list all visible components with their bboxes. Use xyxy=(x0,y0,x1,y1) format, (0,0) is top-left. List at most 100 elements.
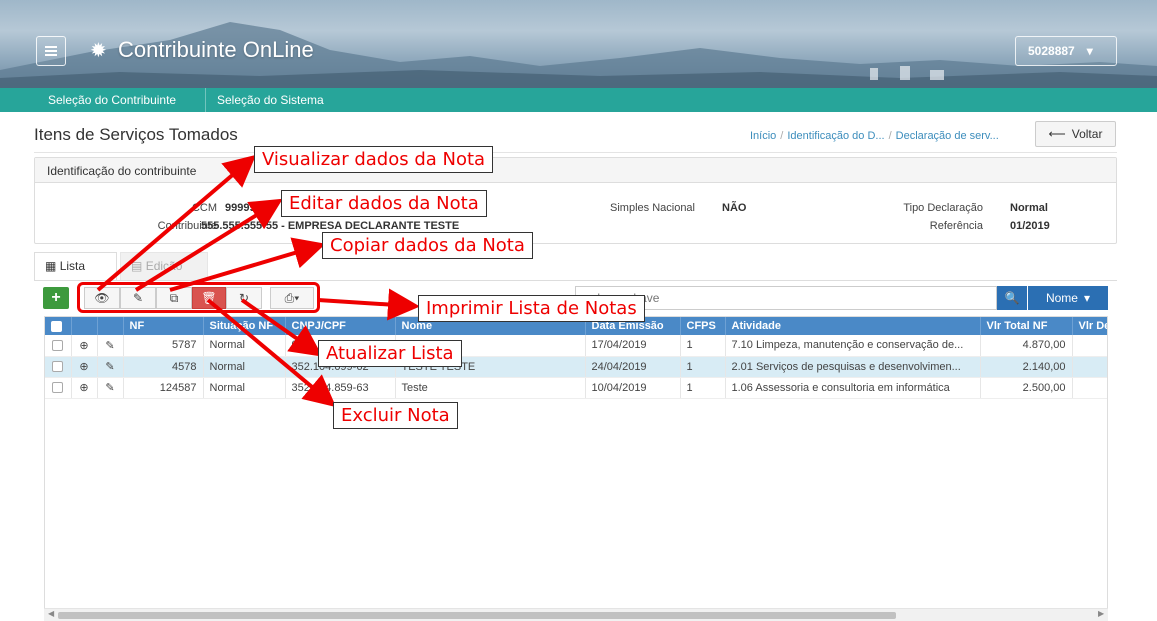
search-button[interactable]: 🔍 xyxy=(997,286,1027,310)
link-column-header xyxy=(97,317,124,335)
row-checkbox[interactable] xyxy=(52,339,64,351)
callout-edit: Editar dados da Nota xyxy=(281,190,487,217)
caret-down-icon: ▾ xyxy=(1086,44,1093,58)
column-header-situacao[interactable]: Situação NF xyxy=(203,317,286,335)
row-checkbox[interactable] xyxy=(52,382,64,394)
view-column-header xyxy=(71,317,98,335)
cell-data: 17/04/2019 xyxy=(585,335,681,357)
nav-item-contribuinte[interactable]: Seleção do Contribuinte xyxy=(48,93,176,107)
cell-data: 10/04/2019 xyxy=(585,377,681,399)
callout-copy: Copiar dados da Nota xyxy=(322,232,533,259)
breadcrumb: Início / Identificação do D... / Declaração … xyxy=(750,130,999,142)
cell-data: 24/04/2019 xyxy=(585,356,681,378)
tab-lista-label: Lista xyxy=(59,259,86,273)
back-button[interactable]: ⟵ Voltar xyxy=(1035,121,1116,147)
breadcrumb-identificacao[interactable]: Identificação do D... xyxy=(787,130,884,142)
arrow-left-icon: ⟵ xyxy=(1048,127,1066,141)
tab-lista[interactable]: ▦ Lista xyxy=(34,252,117,280)
cell-atividade: 1.06 Assessoria e consultoria em informá… xyxy=(725,377,981,399)
tipo-declaracao-value: Normal xyxy=(1010,202,1048,214)
attachment-icon[interactable]: ✎ xyxy=(97,335,124,357)
cell-nf: 124587 xyxy=(123,377,204,399)
tab-edicao-label: Edição xyxy=(145,259,183,273)
notes-table: NF Situação NF CNPJ/CPF Nome Data Emissã… xyxy=(44,316,1108,610)
user-dropdown[interactable]: 5028887 ▾ xyxy=(1015,36,1117,66)
app-header: ✹ Contribuinte OnLine 5028887 ▾ xyxy=(0,0,1157,88)
tab-divider xyxy=(34,280,1117,281)
scroll-left-icon[interactable]: ◀ xyxy=(48,609,54,618)
nav-item-sistema[interactable]: Seleção do Sistema xyxy=(217,93,324,107)
callout-refresh: Atualizar Lista xyxy=(318,340,462,367)
simples-nacional-value: NÃO xyxy=(722,202,747,214)
referencia-label: Referência xyxy=(929,220,983,232)
row-checkbox[interactable] xyxy=(52,361,64,373)
cell-atividade: 7.10 Limpeza, manutenção e conservação d… xyxy=(725,335,981,357)
cell-cnpj: 352.104.859-63 xyxy=(285,377,396,399)
zoom-icon[interactable]: ⊕ xyxy=(71,356,98,378)
cell-cfps: 1 xyxy=(680,377,726,399)
nav-divider xyxy=(205,88,206,112)
cell-vlr-total: 2.500,00 xyxy=(980,377,1073,399)
zoom-icon[interactable]: ⊕ xyxy=(71,335,98,357)
gear-icon: ✹ xyxy=(90,40,107,62)
column-header-nf[interactable]: NF xyxy=(123,317,204,335)
cell-situacao: Normal xyxy=(203,335,286,357)
select-all-checkbox[interactable] xyxy=(51,320,62,332)
tab-edicao[interactable]: ▤ Edição xyxy=(120,252,208,280)
identification-panel: Identificação do contribuinte CCM 999999… xyxy=(34,157,1117,244)
breadcrumb-declaracao[interactable]: Declaração de serv... xyxy=(896,130,999,142)
search-field-label: Nome xyxy=(1045,291,1078,305)
app-title: Contribuinte OnLine xyxy=(118,37,314,62)
table-row[interactable]: ⊕ ✎ 124587 Normal 352.104.859-63 Teste 1… xyxy=(45,377,1107,399)
breadcrumb-inicio[interactable]: Início xyxy=(750,130,776,142)
title-divider xyxy=(34,152,1117,153)
cell-atividade: 2.01 Serviços de pesquisas e desenvolvim… xyxy=(725,356,981,378)
column-header-vlr-de[interactable]: Vlr De xyxy=(1072,317,1107,335)
cell-nf: 4578 xyxy=(123,356,204,378)
cell-situacao: Normal xyxy=(203,377,286,399)
horizontal-scrollbar[interactable]: ◀ ▶ xyxy=(44,608,1108,621)
column-header-atividade[interactable]: Atividade xyxy=(725,317,981,335)
cell-vlr-total: 4.870,00 xyxy=(980,335,1073,357)
contribuinte-value: 555.555.555-55 - EMPRESA DECLARANTE TEST… xyxy=(201,220,460,232)
column-header-cnpj[interactable]: CNPJ/CPF xyxy=(285,317,396,335)
callout-print: Imprimir Lista de Notas xyxy=(418,295,645,322)
add-button[interactable]: + xyxy=(43,287,69,309)
cell-vlr-de xyxy=(1072,335,1107,357)
back-button-label: Voltar xyxy=(1071,127,1103,141)
table-icon: ▦ xyxy=(45,259,57,273)
hamburger-icon xyxy=(45,46,57,56)
search-icon: 🔍 xyxy=(1004,291,1020,305)
caret-down-icon: ▾ xyxy=(1083,291,1091,305)
ccm-label: CCM xyxy=(191,202,217,214)
select-all-header[interactable] xyxy=(45,317,72,335)
column-header-cfps[interactable]: CFPS xyxy=(680,317,726,335)
cell-vlr-de xyxy=(1072,377,1107,399)
zoom-icon[interactable]: ⊕ xyxy=(71,377,98,399)
scroll-right-icon[interactable]: ▶ xyxy=(1098,609,1104,618)
cell-nome: Teste xyxy=(395,377,586,399)
page-title: Itens de Serviços Tomados xyxy=(34,125,238,144)
column-header-vlr-total[interactable]: Vlr Total NF xyxy=(980,317,1073,335)
arrow-to-print xyxy=(317,288,420,321)
table-row[interactable]: ⊕ ✎ 5787 Normal 06 17/04/2019 1 7.10 Lim… xyxy=(45,335,1107,357)
cell-cfps: 1 xyxy=(680,356,726,378)
tipo-declaracao-label: Tipo Declaração xyxy=(903,202,983,214)
search-field-dropdown[interactable]: Nome ▾ xyxy=(1028,286,1108,310)
cell-situacao: Normal xyxy=(203,356,286,378)
top-navbar: Seleção do Contribuinte Seleção do Siste… xyxy=(0,88,1157,112)
cell-cfps: 1 xyxy=(680,335,726,357)
scroll-thumb[interactable] xyxy=(58,612,896,619)
plus-icon: + xyxy=(51,289,61,306)
toolbar-highlight xyxy=(77,282,320,313)
referencia-value: 01/2019 xyxy=(1010,220,1050,232)
callout-view: Visualizar dados da Nota xyxy=(254,146,494,173)
simples-nacional-label: Simples Nacional xyxy=(610,202,695,214)
cell-nf: 5787 xyxy=(123,335,204,357)
attachment-icon[interactable]: ✎ xyxy=(97,377,124,399)
identification-heading: Identificação do contribuinte xyxy=(35,158,1116,183)
cell-vlr-de xyxy=(1072,356,1107,378)
table-row[interactable]: ⊕ ✎ 4578 Normal 352.104.099-62 TESTE TES… xyxy=(45,356,1107,378)
menu-toggle-button[interactable] xyxy=(36,36,66,66)
attachment-icon[interactable]: ✎ xyxy=(97,356,124,378)
